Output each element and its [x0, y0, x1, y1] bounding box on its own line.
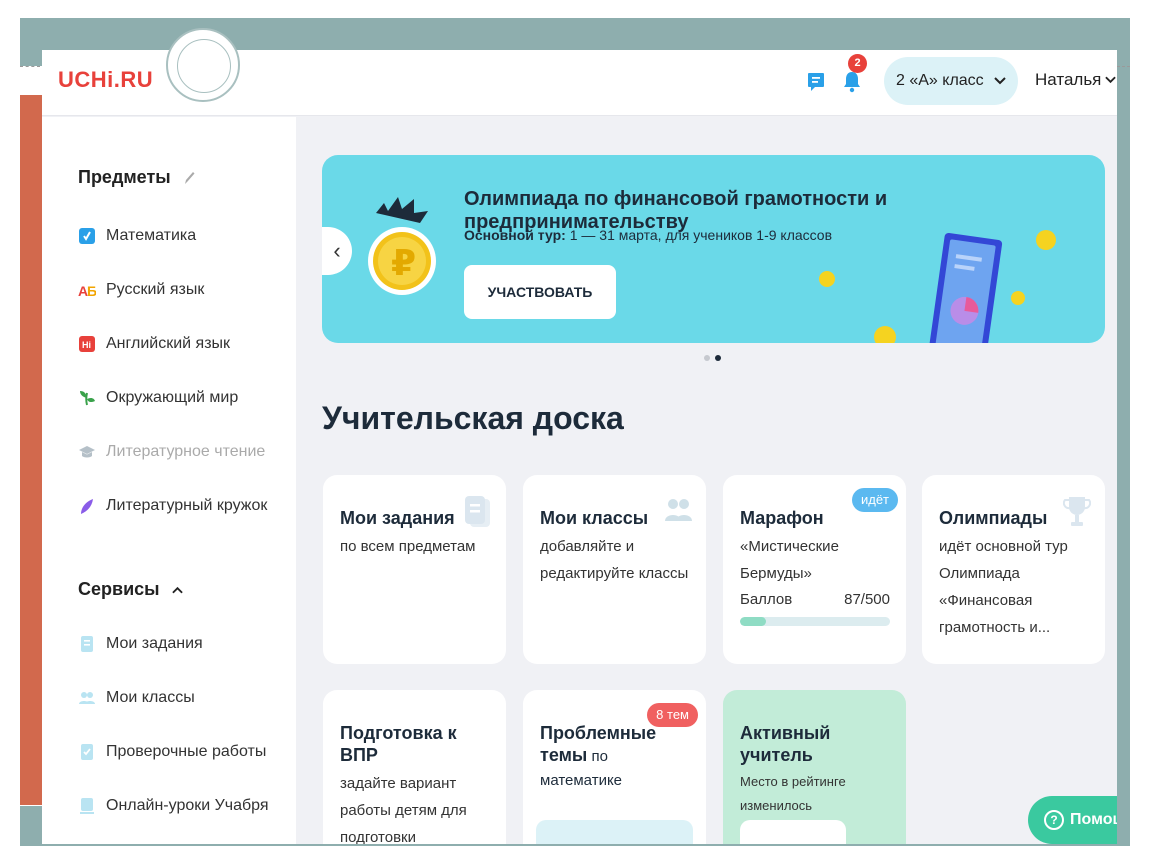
russian-icon: А Б — [78, 283, 96, 299]
status-badge: идёт — [851, 488, 898, 512]
card-text: Место в рейтинге изменилось — [740, 774, 846, 813]
card-marathon[interactable]: идёт Марафон «Мистические Бермуды» Балло… — [723, 475, 906, 664]
sidebar-item-world[interactable]: Окружающий мир — [78, 389, 238, 407]
user-name: Наталья — [1035, 70, 1102, 89]
divider — [1117, 66, 1130, 67]
class-select[interactable]: 2 «А» класс — [884, 57, 1018, 105]
english-icon: Hi — [79, 336, 95, 352]
reading-icon — [79, 446, 95, 458]
card-vpr-prep[interactable]: Подготовка к ВПР задайте вариант работы … — [323, 690, 506, 844]
logo[interactable]: UCHi.RU — [58, 67, 153, 93]
card-problem-topics[interactable]: 8 тем Проблемные темы по математике СФОР… — [523, 690, 706, 844]
chevron-down-icon — [1105, 76, 1117, 84]
sidebar-item-my-tasks[interactable]: Мои задания — [78, 635, 203, 653]
tablet-chart-illustration — [819, 230, 1056, 343]
classes-icon — [79, 692, 95, 704]
world-icon — [80, 391, 95, 406]
card-title: Активный учитель — [740, 723, 831, 765]
card-text: задайте вариант работы детям для подгото… — [340, 775, 467, 844]
card-olympiads[interactable]: Олимпиады идёт основной тур Олимпиада «Ф… — [922, 475, 1105, 664]
card-my-classes[interactable]: Мои классы добавляйте и редактируйте кла… — [523, 475, 706, 664]
decorative-circle — [166, 28, 240, 102]
chat-icon[interactable] — [807, 72, 825, 92]
sidebar-item-russian[interactable]: А Б Русский язык — [78, 281, 204, 299]
svg-text:₽: ₽ — [391, 243, 416, 284]
divider — [20, 66, 40, 67]
sidebar: Предметы Математика А Б Русский язык Hi — [42, 117, 296, 844]
chevron-down-icon — [994, 77, 1006, 85]
feather-icon — [81, 499, 93, 514]
banner-pagination — [704, 355, 721, 361]
card-my-tasks[interactable]: Мои задания по всем предметам — [323, 475, 506, 664]
tests-icon — [81, 744, 93, 760]
chevron-up-icon — [171, 586, 183, 593]
details-button[interactable]: ПОДРОБНЕЕ — [740, 820, 846, 844]
classes-icon — [665, 499, 692, 521]
promo-banner[interactable]: ‹ ₽ Олимпиада по финансовой грамотности … — [322, 155, 1105, 343]
help-icon: ? — [1044, 810, 1064, 830]
card-text: идёт основной тур Олимпиада «Финансовая … — [939, 538, 1068, 636]
tasks-icon — [81, 636, 93, 652]
pagination-dot[interactable] — [704, 355, 710, 361]
slide-right-band — [1117, 18, 1130, 846]
services-heading[interactable]: Сервисы — [78, 579, 183, 600]
sidebar-item-online-lessons[interactable]: Онлайн-уроки Учабря — [78, 797, 269, 815]
coin-ruble-icon: ₽ — [368, 197, 436, 295]
sidebar-item-tests[interactable]: Проверочные работы — [78, 743, 266, 761]
card-text: «Мистические Бермуды» — [740, 538, 839, 582]
app-window: UCHi.RU 2 2 «А» класс Наталья Предметы М… — [42, 50, 1117, 844]
sidebar-item-english[interactable]: Hi Английский язык — [78, 335, 230, 353]
card-title: Проблемные темы по математике — [540, 723, 657, 789]
online-lessons-icon — [80, 798, 94, 814]
svg-text:Б: Б — [87, 283, 96, 299]
card-text: по всем предметам — [340, 538, 476, 555]
sidebar-item-literary-circle[interactable]: Литературный кружок — [78, 497, 267, 515]
user-menu[interactable]: Наталья — [1035, 70, 1117, 90]
notification-badge: 2 — [848, 54, 867, 73]
class-select-value: 2 «А» класс — [896, 72, 984, 89]
banner-prev-button[interactable]: ‹ — [322, 227, 352, 275]
score-progress-bar — [740, 617, 890, 626]
card-active-teacher[interactable]: Активный учитель Место в рейтинге измени… — [723, 690, 906, 844]
svg-text:Hi: Hi — [82, 340, 91, 350]
card-text: добавляйте и редактируйте классы — [540, 538, 689, 582]
sidebar-item-reading[interactable]: Литературное чтение — [78, 443, 265, 461]
progress-fill — [740, 617, 766, 626]
help-button[interactable]: ? Помощ — [1028, 796, 1117, 844]
topics-count-badge: 8 тем — [647, 703, 698, 727]
subjects-heading: Предметы — [78, 167, 195, 188]
pagination-dot-active[interactable] — [715, 355, 721, 361]
participate-button[interactable]: УЧАСТВОВАТЬ — [464, 265, 616, 319]
sidebar-item-math[interactable]: Математика — [78, 227, 196, 245]
homework-formed-button[interactable]: СФОРМИРОВАНО ДЗ — [536, 820, 693, 844]
page-title: Учительская доска — [322, 400, 624, 436]
math-icon — [79, 228, 95, 244]
tasks-icon — [465, 496, 490, 527]
score-row: Баллов 87/500 — [740, 591, 890, 608]
card-title: Подготовка к ВПР — [340, 723, 457, 765]
edit-pencil-icon[interactable] — [183, 171, 195, 185]
sidebar-item-my-classes[interactable]: Мои классы — [78, 689, 195, 707]
banner-subtitle: Основной тур: 1 — 31 марта, для учеников… — [464, 227, 833, 243]
slide-left-accent — [20, 95, 42, 805]
trophy-icon — [1063, 497, 1091, 526]
